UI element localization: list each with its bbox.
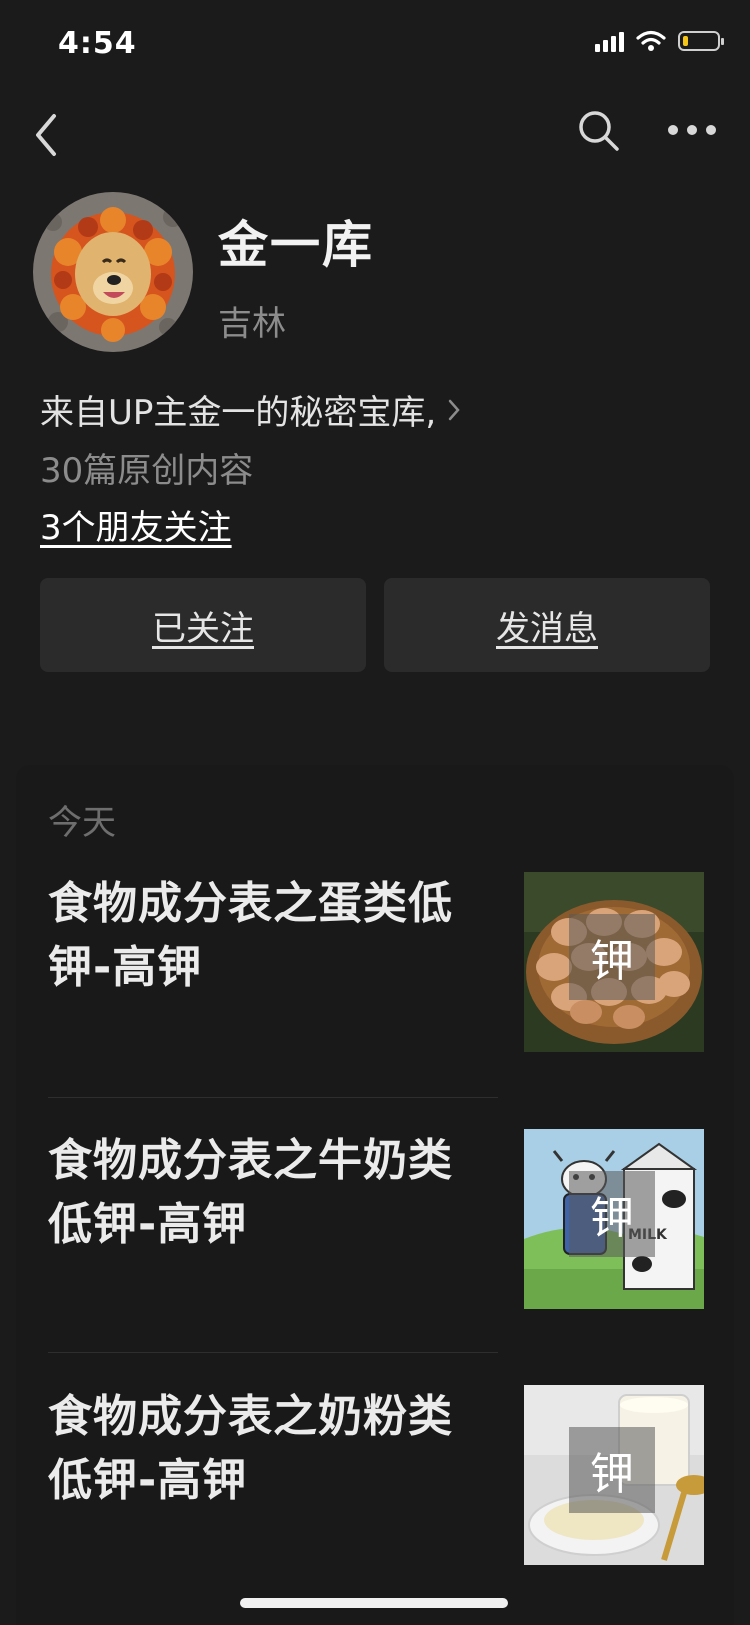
wifi-icon — [636, 30, 666, 51]
article-item[interactable]: 食物成分表之牛奶类低钾-高钾 MILK 钾 — [48, 1129, 704, 1311]
friends-following-link[interactable]: 3个朋友关注 — [40, 500, 232, 549]
avatar[interactable] — [33, 192, 193, 352]
chevron-right-icon — [448, 399, 460, 420]
account-bio[interactable]: 来自UP主金一的秘密宝库, — [40, 385, 462, 434]
article-item[interactable]: 食物成分表之蛋类低钾-高钾 钾 — [48, 872, 704, 1054]
battery-icon — [678, 31, 724, 51]
article-thumbnail-milk-powder: 钾 — [524, 1385, 704, 1565]
divider — [48, 1097, 498, 1098]
search-icon[interactable] — [576, 108, 622, 154]
article-count: 30篇原创内容 — [40, 451, 254, 491]
article-title: 食物成分表之牛奶类低钾-高钾 — [48, 1135, 453, 1250]
potassium-badge: 钾 — [569, 914, 655, 1000]
potassium-badge: 钾 — [569, 1427, 655, 1513]
account-name: 金一库 — [218, 216, 374, 274]
article-title: 食物成分表之奶粉类低钾-高钾 — [48, 1391, 453, 1506]
article-item[interactable]: 食物成分表之奶粉类低钾-高钾 钾 — [48, 1385, 704, 1567]
article-thumbnail-milk: MILK 钾 — [524, 1129, 704, 1309]
back-icon[interactable] — [30, 108, 70, 162]
status-icons — [595, 30, 724, 52]
account-region: 吉林 — [218, 304, 286, 344]
send-message-button[interactable]: 发消息 — [384, 578, 710, 672]
follow-button[interactable]: 已关注 — [40, 578, 366, 672]
signal-icon — [595, 30, 624, 52]
top-nav — [0, 100, 750, 170]
status-bar: 4:54 — [0, 0, 750, 90]
divider — [48, 1352, 498, 1353]
avatar-image — [33, 192, 193, 352]
status-time: 4:54 — [58, 26, 137, 61]
section-label-today: 今天 — [48, 803, 116, 843]
article-title: 食物成分表之蛋类低钾-高钾 — [48, 878, 453, 993]
article-thumbnail-eggs: 钾 — [524, 872, 704, 1052]
home-indicator[interactable] — [240, 1598, 508, 1608]
bio-text: 来自UP主金一的秘密宝库, — [40, 393, 437, 433]
potassium-badge: 钾 — [569, 1171, 655, 1257]
more-icon[interactable] — [666, 120, 718, 140]
